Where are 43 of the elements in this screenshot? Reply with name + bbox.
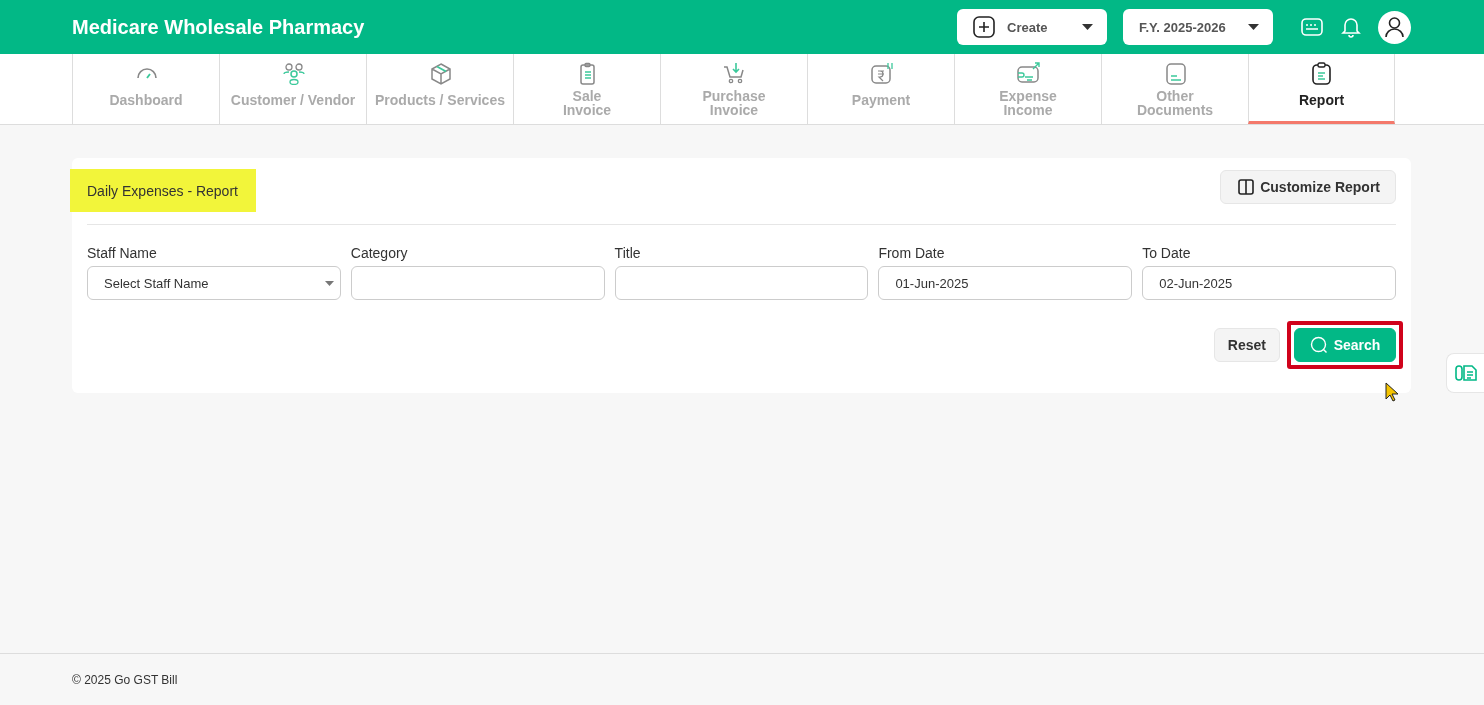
side-widget-button[interactable] (1446, 353, 1484, 393)
nav-tab[interactable]: Report (1248, 54, 1395, 124)
columns-icon (1238, 178, 1255, 195)
nav-tab[interactable]: Dashboard (72, 54, 219, 124)
input-field[interactable] (614, 266, 869, 300)
search-icon (1309, 336, 1328, 354)
cart-icon (721, 62, 747, 85)
caret-icon (1248, 24, 1259, 30)
input-field[interactable] (350, 266, 605, 300)
input-field[interactable]: 01-Jun-2025 (878, 266, 1133, 300)
field-label: To Date (1142, 245, 1192, 261)
rupee-icon (868, 62, 894, 85)
caret-icon (1082, 24, 1093, 30)
customize-report-button[interactable]: Customize Report (1220, 169, 1396, 204)
nav-tab[interactable]: Other Documents (1101, 54, 1248, 124)
avatar-icon[interactable] (1378, 10, 1411, 44)
staff-select[interactable]: Select Staff Name (87, 266, 341, 300)
bell-icon[interactable] (1341, 16, 1361, 38)
nav-tab[interactable]: Sale Invoice (513, 54, 660, 124)
caret-icon (324, 280, 334, 286)
report-title: Daily Expenses - Report (70, 169, 256, 212)
nav-tab[interactable]: Purchase Invoice (660, 54, 807, 124)
plus-icon (973, 16, 995, 38)
input-field[interactable]: 02-Jun-2025 (1142, 266, 1396, 300)
nav-tab[interactable]: Payment (807, 54, 954, 124)
cursor-icon (1385, 382, 1399, 402)
year-select[interactable]: F.Y. 2025-2026 (1123, 9, 1273, 45)
footer-text: © 2025 Go GST Bill (72, 673, 178, 687)
wallet-icon (1015, 62, 1041, 85)
nav-tab[interactable]: Customer / Vendor (219, 54, 366, 124)
notes-icon (1454, 364, 1477, 382)
field-label: Title (614, 245, 642, 261)
field-label: From Date (878, 245, 946, 261)
message-icon[interactable] (1301, 18, 1323, 36)
reset-button[interactable]: Reset (1213, 328, 1280, 362)
nav-tab[interactable]: Expense Income (954, 54, 1101, 124)
field-label: Category (350, 245, 409, 261)
search-button[interactable]: Search (1294, 328, 1396, 362)
app-title: Medicare Wholesale Pharmacy (72, 15, 366, 39)
nav-tab[interactable]: Products / Services (366, 54, 513, 124)
people-icon (280, 62, 306, 85)
field-label: Staff Name (87, 245, 158, 261)
create-button[interactable]: Create (957, 9, 1107, 45)
